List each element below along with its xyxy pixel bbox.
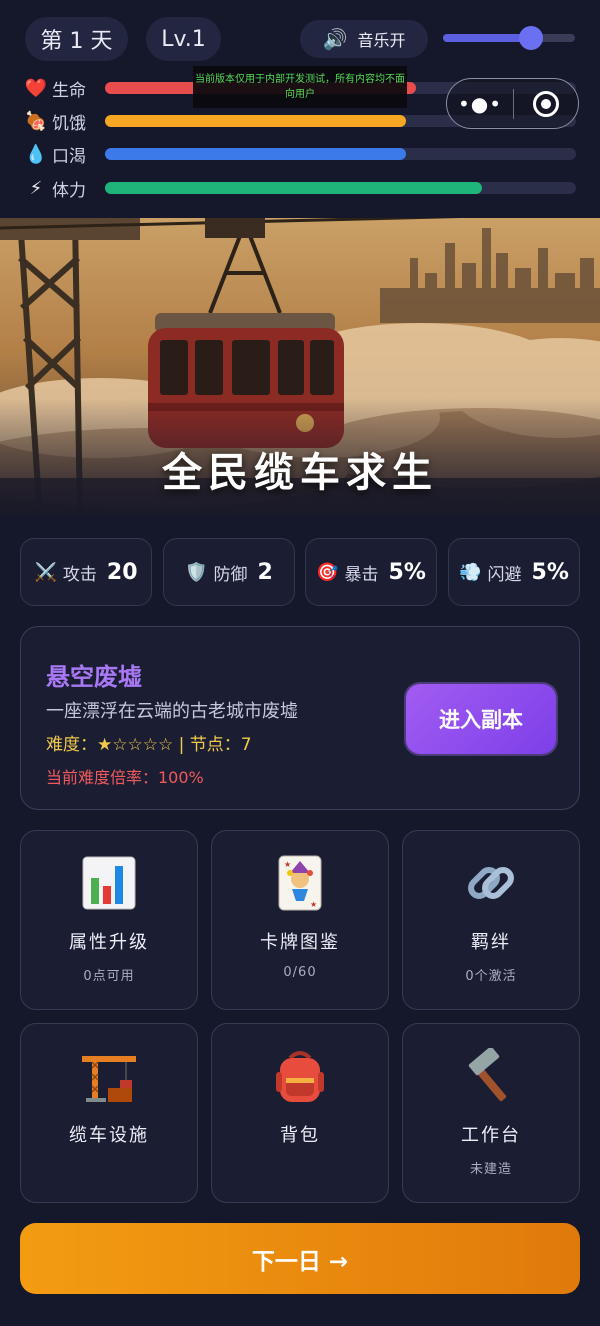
miniprogram-capsule: •●• [446, 78, 579, 129]
defense-value: 2 [257, 559, 273, 585]
tile-sublabel: 0/60 [283, 965, 317, 980]
tile-label: 工作台 [461, 1125, 521, 1146]
crit-value: 5% [388, 559, 426, 585]
hunger-label: 饥饿 [52, 113, 86, 134]
heart-icon: ❤️ [24, 77, 48, 99]
volume-slider-fill [443, 34, 532, 42]
hunger-bar-fill [105, 115, 407, 127]
tile-label: 缆车设施 [69, 1125, 149, 1146]
tile-label: 卡牌图鉴 [260, 932, 340, 953]
dodge-label: 闪避 [487, 564, 522, 585]
cable-facility-tile[interactable]: 缆车设施 [20, 1023, 198, 1203]
tile-label: 羁绊 [471, 932, 511, 953]
attribute-upgrade-tile[interactable]: 属性升级 0点可用 [20, 830, 198, 1010]
svg-text:★: ★ [284, 860, 291, 869]
tile-label: 背包 [280, 1125, 320, 1146]
more-menu-button[interactable]: •●• [447, 80, 513, 128]
speaker-icon: 🔊 [322, 27, 348, 51]
attack-value: 20 [106, 559, 138, 585]
music-toggle-label: 音乐开 [357, 31, 406, 50]
card-collection-tile[interactable]: ★ ★ 卡牌图鉴 0/60 [211, 830, 389, 1010]
thirst-label: 口渴 [52, 146, 86, 167]
music-toggle-button[interactable]: 🔊 音乐开 [300, 20, 428, 58]
crane-icon [21, 1046, 197, 1106]
tile-sublabel: 0个激活 [465, 969, 517, 984]
workbench-tile[interactable]: 工作台 未建造 [402, 1023, 580, 1203]
close-miniprogram-button[interactable] [514, 90, 578, 117]
stamina-bar-fill [105, 182, 482, 194]
swords-icon: ⚔️ [34, 561, 57, 583]
dodge-value: 5% [531, 559, 569, 585]
dungeon-difficulty-rate: 当前难度倍率：100% [46, 768, 204, 787]
dev-notice-overlay: 当前版本仅用于内部开发测试，所有内容均不面向用户 [193, 66, 407, 108]
crit-label: 暴击 [344, 564, 379, 585]
joker-card-icon: ★ ★ [212, 853, 388, 913]
dungeon-description: 一座漂浮在云端的古老城市废墟 [46, 701, 298, 722]
thirst-stat-row: 💧 口渴 [24, 142, 576, 167]
dungeon-difficulty-nodes: 难度：★☆☆☆☆ | 节点：7 [46, 735, 252, 755]
defense-stat: 🛡️ 防御 2 [163, 538, 295, 606]
svg-text:★: ★ [310, 900, 317, 909]
backpack-tile[interactable]: 背包 [211, 1023, 389, 1203]
record-circle-icon [533, 90, 559, 117]
day-counter: 第 1 天 [25, 17, 128, 61]
lightning-icon: ⚡ [29, 177, 43, 199]
level-badge: Lv.1 [146, 17, 221, 61]
status-hud: 第 1 天 Lv.1 🔊 音乐开 ❤️ 生命 🍖 饥饿 💧 口渴 ⚡ 体力 当前… [0, 0, 600, 218]
link-icon [403, 853, 579, 913]
water-drop-icon: 💧 [24, 143, 48, 165]
meat-icon: 🍖 [24, 110, 48, 132]
enter-dungeon-button[interactable]: 进入副本 [406, 684, 556, 754]
stamina-bar [105, 182, 576, 194]
thirst-bar-fill [105, 148, 407, 160]
next-day-button[interactable]: 下一日 → [20, 1223, 580, 1294]
bond-tile[interactable]: 羁绊 0个激活 [402, 830, 580, 1010]
stamina-label: 体力 [52, 180, 86, 201]
hammer-icon [403, 1046, 579, 1106]
tile-label: 属性升级 [69, 932, 149, 953]
dungeon-card: 悬空废墟 一座漂浮在云端的古老城市废墟 难度：★☆☆☆☆ | 节点：7 当前难度… [20, 626, 580, 810]
defense-label: 防御 [213, 564, 248, 585]
attack-label: 攻击 [62, 564, 97, 585]
volume-slider-knob[interactable] [519, 26, 544, 50]
stamina-stat-row: ⚡ 体力 [24, 176, 576, 201]
attack-stat: ⚔️ 攻击 20 [20, 538, 152, 606]
tile-sublabel: 0点可用 [83, 969, 135, 984]
game-title: 全民缆车求生 [162, 450, 438, 496]
thirst-bar [105, 148, 576, 160]
dodge-stat: 💨 闪避 5% [448, 538, 580, 606]
volume-slider[interactable] [443, 26, 575, 50]
shield-icon: 🛡️ [185, 561, 208, 583]
bar-chart-icon [21, 853, 197, 913]
dungeon-title: 悬空废墟 [46, 663, 142, 691]
backpack-icon [212, 1046, 388, 1106]
crit-stat: 🎯 暴击 5% [305, 538, 437, 606]
wind-icon: 💨 [459, 561, 482, 583]
hp-label: 生命 [52, 80, 86, 101]
target-icon: 🎯 [316, 561, 339, 583]
tile-sublabel: 未建造 [469, 1162, 512, 1177]
